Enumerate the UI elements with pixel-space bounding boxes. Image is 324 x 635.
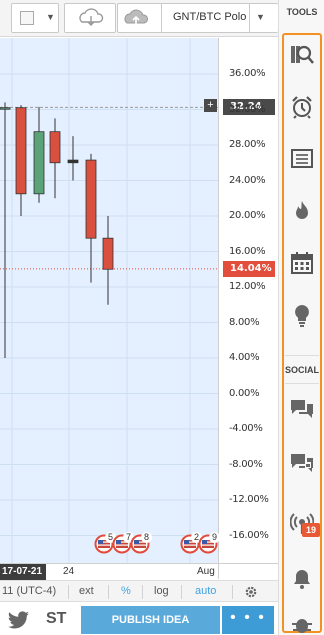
separator [142, 585, 143, 599]
chart-style-button[interactable]: ▼ [11, 3, 59, 33]
time-axis[interactable]: 17-07-21 24 Aug [0, 563, 218, 580]
chart-controls: 11 (UTC-4) ext % log auto [0, 580, 278, 602]
y-tick-label: 24.00% [229, 174, 266, 186]
separator [68, 585, 69, 599]
x-tick-24: 24 [63, 566, 75, 577]
percent-scale-toggle[interactable]: % [121, 585, 131, 597]
screener-button[interactable] [284, 37, 320, 73]
y-tick-label: -16.00% [229, 529, 269, 541]
separator [181, 585, 182, 599]
y-tick-label: 4.00% [229, 352, 260, 363]
extended-hours-toggle[interactable]: ext [79, 585, 94, 597]
chevron-down-icon: ▼ [46, 12, 55, 22]
streams-badge: 19 [302, 523, 320, 537]
cloud-download-icon [79, 8, 104, 26]
current-price-label: 14.04% [223, 260, 275, 277]
bug-icon [292, 619, 312, 633]
current-date-label: 17-07-21 [0, 564, 46, 580]
y-tick-label: -8.00% [229, 458, 263, 470]
square-icon [20, 11, 34, 25]
symbol-label[interactable]: GNT/BTC Polo [173, 11, 246, 23]
chart-area[interactable] [0, 38, 218, 563]
gear-icon[interactable] [244, 585, 258, 599]
y-tick-label: 36.00% [229, 68, 266, 79]
alarm-clock-icon [292, 96, 312, 119]
cloud-upload-icon [124, 9, 148, 26]
watchlist-button[interactable] [284, 141, 320, 177]
private-chat-icon [291, 454, 313, 472]
stocktwits-button[interactable]: ST [46, 610, 66, 628]
top-toolbar: ▼ ▼ GNT/BTC Polo [0, 0, 278, 37]
candle-body [0, 107, 11, 110]
ideas-bulb-icon [295, 305, 309, 327]
auto-scale-toggle[interactable]: auto [195, 585, 216, 597]
candle-body [85, 159, 97, 239]
price-axis[interactable]: 32.24 14.04% 36.00% 32.00% 28.00% 24.00% 20.… [218, 38, 278, 563]
candle-body [15, 107, 27, 195]
y-tick-label: 12.00% [229, 281, 266, 292]
event-count: 9 [209, 532, 220, 543]
separator [285, 355, 319, 356]
candle-body [102, 237, 114, 270]
separator [108, 585, 109, 599]
event-marker[interactable]: 9 [198, 532, 220, 556]
screener-icon [291, 45, 314, 64]
load-layout-button[interactable] [64, 3, 116, 33]
separator [232, 585, 233, 599]
app-root: ▼ ▼ GNT/BTC Polo + 32.24 14.04% 36.00% 32… [0, 0, 324, 635]
calendar-button[interactable] [284, 245, 320, 281]
calendar-icon [291, 252, 313, 274]
ideas-button[interactable] [284, 297, 320, 333]
y-tick-label: 16.00% [229, 245, 266, 257]
y-tick-label: 20.00% [229, 210, 266, 221]
social-footer: ST PUBLISH IDEA • • • [0, 603, 278, 635]
x-tick-aug: Aug [197, 566, 215, 577]
more-options-button[interactable]: • • • [222, 606, 274, 634]
chat-icon [291, 400, 313, 418]
separator [285, 383, 319, 384]
hotlist-flame-icon [296, 201, 308, 219]
private-chat-button[interactable] [284, 445, 320, 481]
y-tick-label: 32.00% [229, 103, 266, 115]
y-tick-label: -12.00% [229, 494, 269, 505]
separator [249, 4, 250, 32]
alerts-button[interactable] [284, 89, 320, 125]
event-marker[interactable]: 8 [130, 532, 152, 556]
y-tick-label: -4.00% [229, 423, 263, 434]
notifications-button[interactable] [284, 561, 320, 597]
event-count: 8 [141, 532, 152, 543]
y-tick-label: 8.00% [229, 316, 260, 328]
chat-button[interactable] [284, 391, 320, 427]
twitter-icon[interactable] [8, 611, 30, 629]
candlestick-chart[interactable] [0, 38, 218, 563]
streams-button[interactable]: 19 [284, 505, 320, 541]
add-plus-icon[interactable]: + [204, 99, 217, 112]
y-tick-label: 28.00% [229, 139, 266, 150]
axis-corner [218, 563, 278, 579]
tools-title: TOOLS [286, 7, 318, 17]
log-scale-toggle[interactable]: log [154, 585, 169, 597]
candle-body [67, 159, 79, 164]
separator [161, 4, 162, 32]
chevron-down-icon: ▼ [256, 12, 265, 22]
y-tick-label: 0.00% [229, 387, 260, 399]
watchlist-icon [291, 149, 313, 168]
candle-body [49, 131, 61, 164]
candle-body [33, 131, 45, 195]
bug-report-button[interactable] [284, 606, 320, 635]
timezone-selector[interactable]: 11 (UTC-4) [2, 585, 56, 597]
hotlist-button[interactable] [284, 193, 320, 229]
notifications-bell-icon [294, 570, 310, 589]
publish-idea-button[interactable]: PUBLISH IDEA [81, 606, 220, 634]
